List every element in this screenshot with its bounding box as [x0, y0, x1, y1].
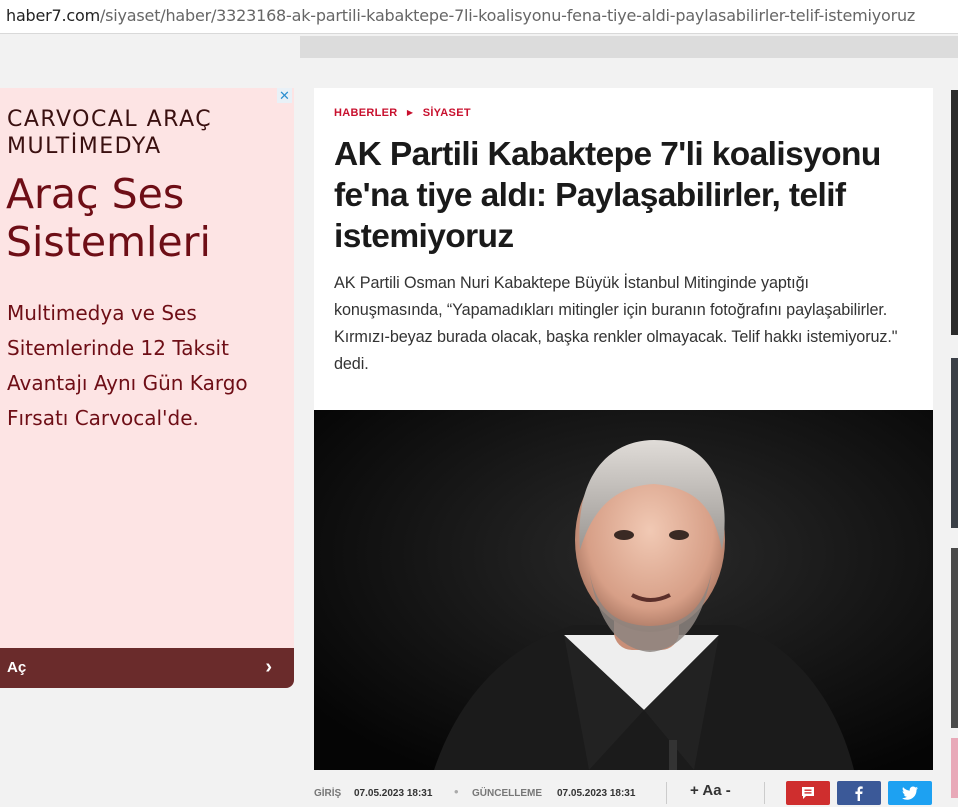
updated-date: 07.05.2023 18:31: [557, 788, 636, 799]
ad-headline[interactable]: Araç Ses Sistemleri: [6, 170, 286, 266]
breadcrumb-item-siyaset[interactable]: SİYASET: [423, 107, 471, 119]
sidebar-thumbnail[interactable]: [951, 738, 958, 798]
breadcrumb: HABERLER ▶ SİYASET: [334, 107, 471, 119]
ad-description: Multimedya ve Ses Sitemlerinde 12 Taksit…: [7, 301, 248, 430]
breadcrumb-separator-icon: ▶: [406, 108, 414, 117]
facebook-icon: [855, 786, 863, 801]
twitter-icon: [902, 786, 918, 800]
chevron-right-icon: ›: [265, 656, 272, 678]
speaker-photo-illustration: [314, 410, 933, 770]
sidebar-thumbnail[interactable]: [951, 548, 958, 728]
article-title: AK Partili Kabaktepe 7'li koalisyonu fe'…: [334, 136, 881, 255]
article-summary: AK Partili Osman Nuri Kabaktepe Büyük İs…: [334, 274, 898, 373]
ad-open-button[interactable]: Aç ›: [0, 648, 294, 688]
font-size-control[interactable]: + Aa -: [690, 782, 731, 799]
article-photo: [314, 410, 933, 770]
url-path: /siyaset/haber/3323168-ak-partili-kabakt…: [99, 6, 916, 25]
facebook-share-button[interactable]: [837, 781, 881, 805]
published-label: GİRİŞ: [314, 788, 342, 799]
right-sidebar-edge: [951, 88, 958, 807]
article-meta-bar: GİRİŞ 07.05.2023 18:31 • GÜNCELLEME 07.0…: [314, 778, 958, 807]
comment-button[interactable]: [786, 781, 830, 805]
url-host: haber7.com: [6, 6, 100, 25]
browser-address-bar[interactable]: haber7.com/siyaset/haber/3323168-ak-part…: [0, 0, 958, 34]
ad-open-label: Aç: [7, 659, 27, 676]
sidebar-thumbnail[interactable]: [951, 90, 958, 335]
published-date: 07.05.2023 18:31: [354, 788, 433, 799]
close-icon[interactable]: ✕: [277, 88, 292, 103]
ad-brand: CARVOCAL ARAÇ MULTİMEDYA: [7, 107, 213, 159]
twitter-share-button[interactable]: [888, 781, 932, 805]
breadcrumb-item-haberler[interactable]: HABERLER: [334, 107, 398, 119]
meta-divider: [666, 782, 667, 804]
top-banner-placeholder: [300, 36, 958, 58]
ad-banner[interactable]: ✕ CARVOCAL ARAÇ MULTİMEDYA Araç Ses Sist…: [0, 88, 294, 688]
sidebar-thumbnail[interactable]: [951, 358, 958, 528]
article-header: HABERLER ▶ SİYASET AK Partili Kabaktepe …: [314, 88, 933, 410]
meta-divider: [764, 782, 765, 804]
meta-dot-separator: •: [454, 784, 459, 799]
updated-label: GÜNCELLEME: [472, 788, 542, 799]
comment-icon: [802, 787, 814, 799]
url-text[interactable]: haber7.com/siyaset/haber/3323168-ak-part…: [6, 6, 915, 25]
